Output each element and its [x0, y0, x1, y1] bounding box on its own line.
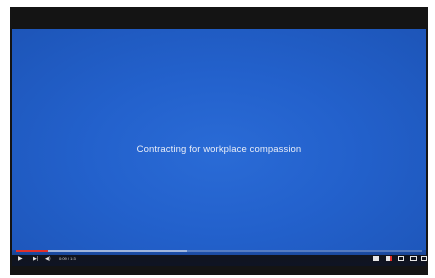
- theater-mode-icon[interactable]: [410, 256, 417, 261]
- player-controls: ▶ ▶| ◀) 0:09 / 1:3: [12, 250, 427, 266]
- time-display: 0:09 / 1:3: [59, 256, 76, 261]
- progress-bar[interactable]: [16, 250, 422, 252]
- next-icon[interactable]: ▶|: [33, 256, 38, 262]
- player-bottom-bar: [10, 266, 428, 275]
- progress-played: [16, 250, 49, 252]
- video-player[interactable]: Contracting for workplace compassion ▶ ▶…: [10, 7, 428, 275]
- subtitles-icon[interactable]: [373, 256, 379, 261]
- video-frame[interactable]: Contracting for workplace compassion: [12, 29, 426, 255]
- fullscreen-icon[interactable]: [421, 256, 427, 261]
- miniplayer-icon[interactable]: [398, 256, 404, 261]
- volume-icon[interactable]: ◀): [45, 256, 51, 262]
- page: Contracting for workplace compassion ▶ ▶…: [0, 0, 435, 278]
- settings-icon[interactable]: [386, 256, 392, 261]
- play-icon[interactable]: ▶: [18, 256, 23, 262]
- slide-title: Contracting for workplace compassion: [136, 144, 302, 155]
